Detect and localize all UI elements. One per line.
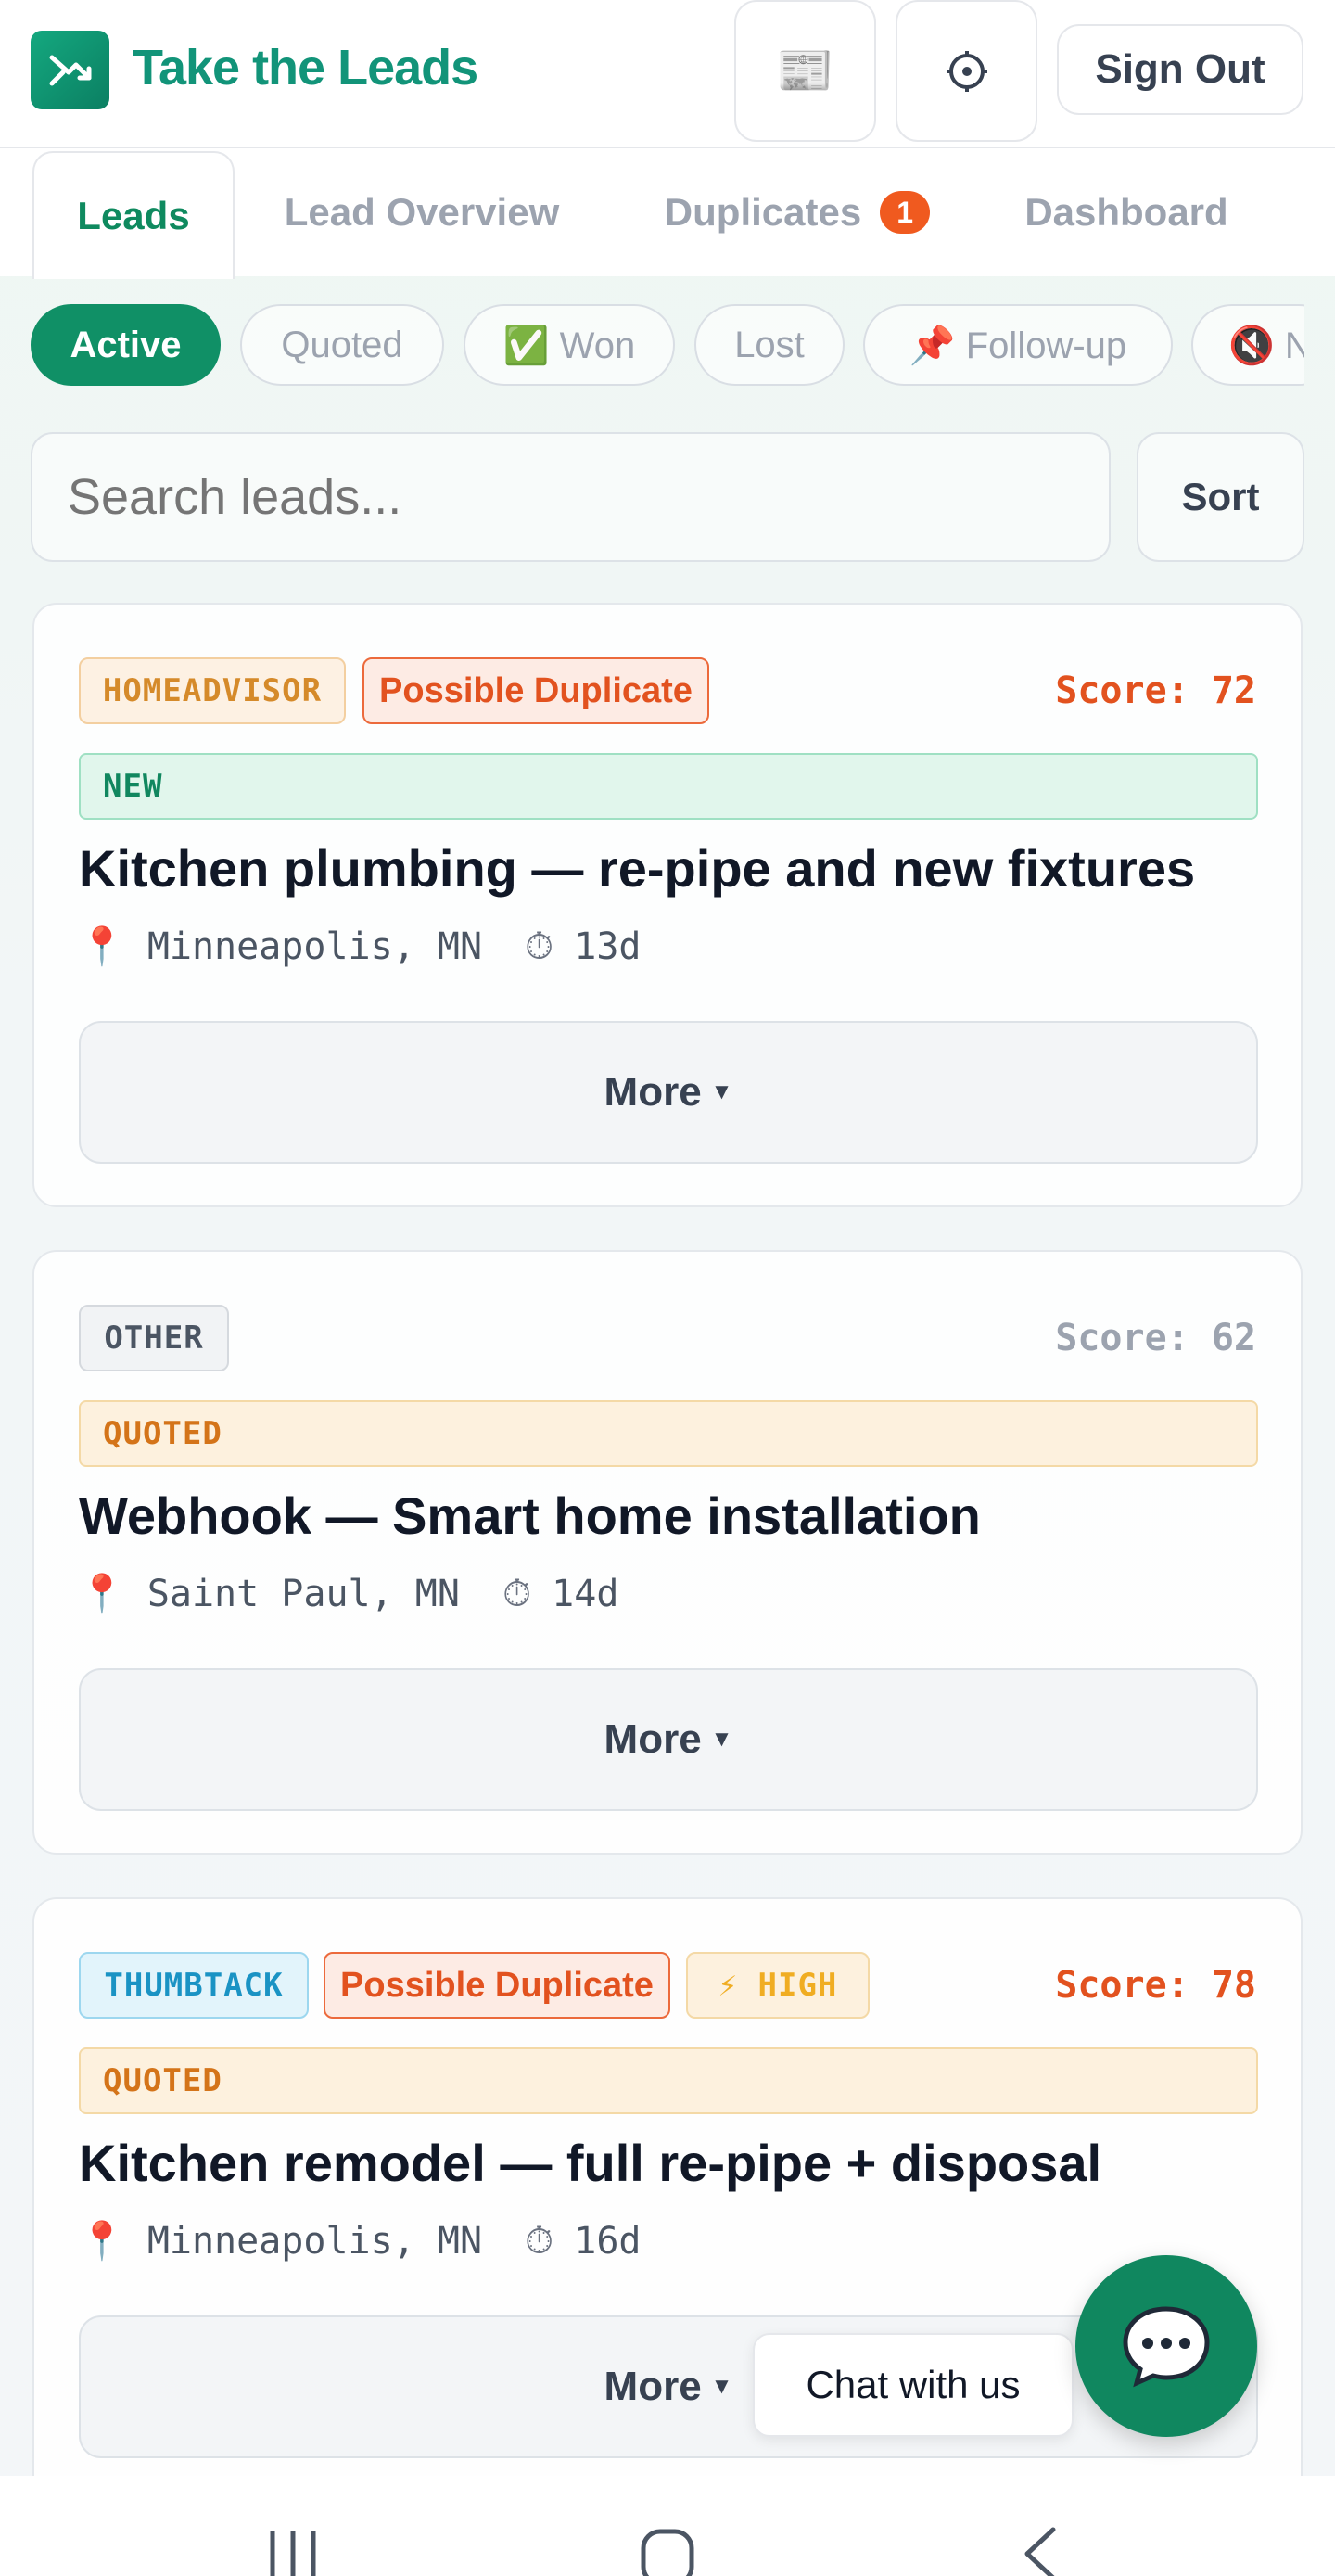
lead-card[interactable]: HOMEADVISOR Possible Duplicate Score: 72…: [32, 603, 1303, 1207]
newspaper-icon: 📰: [776, 45, 834, 96]
tab-lead-overview-label: Lead Overview: [284, 190, 560, 234]
source-tag: OTHER: [79, 1305, 229, 1371]
stopwatch-icon: ⏱: [525, 925, 554, 968]
source-tag: HOMEADVISOR: [79, 657, 346, 724]
home-icon[interactable]: [638, 2526, 697, 2576]
duplicates-count-badge: 1: [880, 191, 931, 234]
tab-lead-overview[interactable]: Lead Overview: [269, 148, 575, 276]
more-label: More: [604, 1716, 702, 1762]
filter-active[interactable]: Active: [31, 304, 221, 386]
lead-title[interactable]: Kitchen remodel — full re-pipe + disposa…: [79, 2133, 1101, 2193]
status-filter-bar: Active Quoted ✅ Won Lost 📌 Follow-up 🔇 N: [31, 304, 1304, 388]
lead-meta: 📍 Saint Paul, MN ⏱ 14d: [79, 1572, 619, 1616]
more-label: More: [604, 1069, 702, 1115]
status-label: NEW: [79, 753, 1258, 820]
tab-dashboard[interactable]: Dashboard: [1001, 148, 1252, 276]
location-pin-icon: 📍: [79, 925, 125, 968]
app-title: Take the Leads: [133, 40, 478, 96]
system-nav-bar: [0, 2476, 1335, 2576]
more-label: More: [604, 2364, 702, 2409]
tab-leads-label: Leads: [77, 194, 190, 237]
duplicate-badge[interactable]: Possible Duplicate: [362, 657, 709, 724]
chat-label[interactable]: Chat with us: [753, 2333, 1074, 2437]
lead-score: Score: 78: [1055, 1964, 1256, 2007]
lead-score: Score: 62: [1055, 1317, 1256, 1359]
settings-button[interactable]: [896, 0, 1037, 142]
lead-meta: 📍 Minneapolis, MN ⏱ 13d: [79, 925, 642, 969]
tab-leads[interactable]: Leads: [32, 151, 235, 279]
sign-out-button[interactable]: Sign Out: [1057, 24, 1303, 115]
caret-down-icon: ▼: [710, 1727, 733, 1752]
chat-button[interactable]: [1075, 2255, 1257, 2437]
lead-age: 16d: [574, 2219, 642, 2263]
stopwatch-icon: ⏱: [502, 1572, 532, 1615]
lead-age: 14d: [552, 1572, 619, 1615]
search-input[interactable]: [31, 432, 1111, 562]
lead-location: Saint Paul, MN: [146, 1572, 460, 1615]
lead-location: Minneapolis, MN: [146, 925, 483, 968]
target-icon: [946, 50, 987, 92]
lead-card[interactable]: OTHER Score: 62 QUOTED Webhook — Smart h…: [32, 1250, 1303, 1855]
location-pin-icon: 📍: [79, 2220, 125, 2263]
tab-duplicates[interactable]: Duplicates 1: [640, 148, 955, 276]
chat-bubble-icon: [1123, 2306, 1210, 2388]
status-label: QUOTED: [79, 2047, 1258, 2114]
more-button[interactable]: More ▼: [79, 1668, 1258, 1811]
duplicate-badge[interactable]: Possible Duplicate: [324, 1952, 670, 2019]
priority-badge: ⚡ HIGH: [686, 1952, 870, 2019]
lead-title[interactable]: Webhook — Smart home installation: [79, 1486, 981, 1546]
source-tag: THUMBTACK: [79, 1952, 309, 2019]
caret-down-icon: ▼: [710, 2374, 733, 2399]
more-button[interactable]: More ▼: [79, 1021, 1258, 1164]
tab-dashboard-label: Dashboard: [1024, 190, 1228, 234]
location-pin-icon: 📍: [79, 1573, 125, 1615]
status-label: QUOTED: [79, 1400, 1258, 1467]
app-header: Take the Leads 📰 Sign Out: [0, 0, 1335, 148]
recent-apps-icon[interactable]: [265, 2528, 321, 2576]
lead-title[interactable]: Kitchen plumbing — re-pipe and new fixtu…: [79, 838, 1195, 899]
lead-score: Score: 72: [1055, 670, 1256, 712]
main-tabs: Leads Lead Overview Duplicates 1 Dashboa…: [0, 148, 1335, 279]
stopwatch-icon: ⏱: [525, 2219, 554, 2263]
news-button[interactable]: 📰: [734, 0, 876, 142]
lead-location: Minneapolis, MN: [146, 2219, 483, 2263]
app-logo-icon: [31, 31, 109, 109]
back-icon[interactable]: [1020, 2526, 1061, 2576]
lead-age: 13d: [574, 925, 642, 968]
filter-lost[interactable]: Lost: [694, 304, 845, 386]
filter-quoted[interactable]: Quoted: [240, 304, 444, 386]
tab-duplicates-label: Duplicates: [664, 190, 862, 234]
filter-follow-up[interactable]: 📌 Follow-up: [863, 304, 1173, 386]
filter-won[interactable]: ✅ Won: [464, 304, 675, 386]
sort-button[interactable]: Sort: [1137, 432, 1304, 562]
filter-muted[interactable]: 🔇 N: [1191, 304, 1304, 386]
caret-down-icon: ▼: [710, 1079, 733, 1104]
lead-meta: 📍 Minneapolis, MN ⏱ 16d: [79, 2219, 642, 2264]
